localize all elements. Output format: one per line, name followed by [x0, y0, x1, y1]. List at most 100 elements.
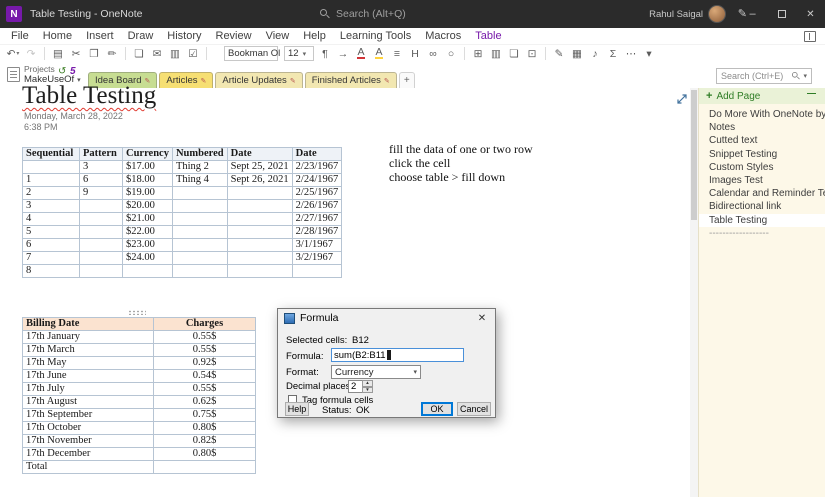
menu-item-macros[interactable]: Macros: [418, 30, 468, 42]
menu-item-home[interactable]: Home: [36, 30, 79, 42]
menu-item-view[interactable]: View: [259, 30, 297, 42]
print-icon[interactable]: ▥: [167, 46, 183, 61]
calendar-icon[interactable]: ▦: [569, 46, 585, 61]
table-cell[interactable]: 6: [23, 239, 80, 252]
table-cell[interactable]: 4: [23, 213, 80, 226]
page-item-item[interactable]: ------------------: [699, 227, 825, 240]
table-cell[interactable]: $17.00: [123, 161, 173, 174]
table-cell[interactable]: $19.00: [123, 187, 173, 200]
table-icon[interactable]: ⊞: [470, 46, 486, 61]
table-cell[interactable]: [23, 161, 80, 174]
table-cell[interactable]: 17th July: [23, 383, 154, 396]
table-cell[interactable]: $22.00: [123, 226, 173, 239]
undo-icon[interactable]: ↶▾: [5, 46, 21, 61]
format-dropdown[interactable]: Currency: [331, 365, 421, 379]
menu-item-table[interactable]: Table: [468, 30, 508, 42]
pen-icon[interactable]: ✎: [551, 46, 567, 61]
table-cell[interactable]: [227, 200, 292, 213]
insert-space-icon[interactable]: →: [335, 46, 351, 61]
more-tools-icon[interactable]: ⋯: [623, 46, 639, 61]
table-cell[interactable]: 0.82$: [154, 435, 256, 448]
redo-icon[interactable]: ↷: [23, 46, 39, 61]
columns-icon[interactable]: ▥: [488, 46, 504, 61]
table-cell[interactable]: [227, 187, 292, 200]
table-cell[interactable]: 2/26/1967: [292, 200, 342, 213]
table-cell[interactable]: [172, 265, 227, 278]
bullet-list-icon[interactable]: ≡: [389, 46, 405, 61]
highlight-icon[interactable]: A: [371, 46, 387, 61]
table-cell[interactable]: 2/27/1967: [292, 213, 342, 226]
user-avatar[interactable]: [708, 5, 726, 23]
paste-icon[interactable]: ▤: [50, 46, 66, 61]
table-cell[interactable]: 2: [23, 187, 80, 200]
table-cell[interactable]: $21.00: [123, 213, 173, 226]
table-cell[interactable]: Sept 26, 2021: [227, 174, 292, 187]
menu-item-review[interactable]: Review: [209, 30, 259, 42]
page-item-notes[interactable]: Notes: [699, 121, 825, 134]
dialog-titlebar[interactable]: Formula: [278, 309, 495, 327]
page-item-snippet-testing[interactable]: Snippet Testing: [699, 148, 825, 161]
link-icon[interactable]: ∞: [425, 46, 441, 61]
table-cell[interactable]: 17th September: [23, 409, 154, 422]
menu-item-learning-tools[interactable]: Learning Tools: [333, 30, 418, 42]
table-cell[interactable]: 3/1/1967: [292, 239, 342, 252]
instructions[interactable]: fill the data of one or two rowclick the…: [389, 142, 533, 184]
table-cell[interactable]: 17th June: [23, 370, 154, 383]
page-item-bidirectional-link[interactable]: Bidirectional link: [699, 200, 825, 213]
page-item-custom-styles[interactable]: Custom Styles: [699, 161, 825, 174]
table-cell[interactable]: 17th March: [23, 344, 154, 357]
table-cell[interactable]: 2/28/1967: [292, 226, 342, 239]
user-name[interactable]: Rahul Saigal: [649, 9, 703, 20]
ok-button[interactable]: OK: [421, 402, 453, 416]
table-cell[interactable]: [172, 226, 227, 239]
column-header[interactable]: Charges: [154, 318, 256, 331]
table-cell[interactable]: Total: [23, 461, 154, 474]
add-section-button[interactable]: +: [399, 72, 415, 88]
table-cell[interactable]: [172, 187, 227, 200]
table-cell[interactable]: Thing 2: [172, 161, 227, 174]
column-header[interactable]: Date: [227, 148, 292, 161]
page-title[interactable]: Table Testing: [22, 82, 156, 110]
column-header[interactable]: Date: [292, 148, 342, 161]
table-cell[interactable]: 0.55$: [154, 383, 256, 396]
table-cell[interactable]: 7: [23, 252, 80, 265]
table-cell[interactable]: 8: [23, 265, 80, 278]
table-cell[interactable]: 17th August: [23, 396, 154, 409]
formula-icon[interactable]: Σ: [605, 46, 621, 61]
font-name-combo[interactable]: Bookman Ol: [224, 46, 278, 61]
decimal-places-input[interactable]: 2: [348, 380, 363, 393]
column-header[interactable]: Billing Date: [23, 318, 154, 331]
table-cell[interactable]: $20.00: [123, 200, 173, 213]
table-cell[interactable]: [172, 239, 227, 252]
menu-item-history[interactable]: History: [160, 30, 208, 42]
shape-icon[interactable]: ○: [443, 46, 459, 61]
column-header[interactable]: Sequential: [23, 148, 80, 161]
maximize-button[interactable]: [767, 0, 796, 28]
table-cell[interactable]: 2/23/1967: [292, 161, 342, 174]
table-cell[interactable]: [227, 252, 292, 265]
scrollbar-thumb[interactable]: [691, 90, 697, 220]
font-size-combo[interactable]: 12: [284, 46, 314, 61]
table-cell[interactable]: [227, 226, 292, 239]
table-cell[interactable]: 3: [23, 200, 80, 213]
help-button[interactable]: Help: [285, 402, 309, 416]
table-cell[interactable]: 0.55$: [154, 344, 256, 357]
add-page-button[interactable]: Add Page: [699, 88, 825, 104]
table-cell[interactable]: 17th January: [23, 331, 154, 344]
table-cell[interactable]: Thing 4: [172, 174, 227, 187]
table-cell[interactable]: 2/24/1967: [292, 174, 342, 187]
instruction-line[interactable]: click the cell: [389, 156, 533, 170]
table-cell[interactable]: 17th November: [23, 435, 154, 448]
table-cell[interactable]: 0.75$: [154, 409, 256, 422]
table-cell[interactable]: [123, 265, 173, 278]
menu-item-help[interactable]: Help: [296, 30, 333, 42]
sort-pages-icon[interactable]: [807, 92, 818, 101]
table-cell[interactable]: 5: [23, 226, 80, 239]
table-cell[interactable]: [154, 461, 256, 474]
table-cell[interactable]: 9: [80, 187, 123, 200]
copy-icon[interactable]: ❐: [86, 46, 102, 61]
sync-arrow-icon[interactable]: [58, 66, 66, 77]
paragraph-marks-icon[interactable]: ¶: [317, 46, 333, 61]
table-cell[interactable]: [80, 239, 123, 252]
page-canvas[interactable]: Table Testing Monday, March 28, 2022 6:3…: [0, 88, 690, 497]
